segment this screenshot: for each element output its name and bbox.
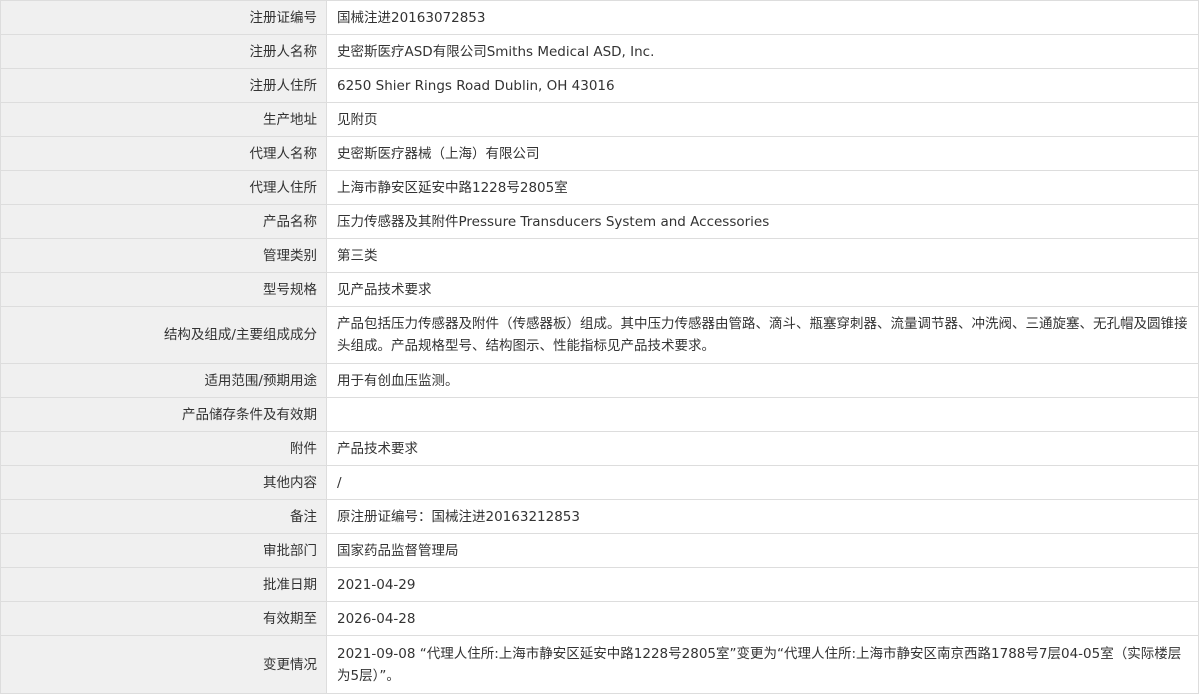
field-label: 有效期至	[0, 601, 327, 636]
field-label: 注册人住所	[0, 68, 327, 103]
field-label: 管理类别	[0, 238, 327, 273]
field-value: 6250 Shier Rings Road Dublin, OH 43016	[326, 68, 1199, 103]
field-value: 原注册证编号：国械注进20163212853	[326, 499, 1199, 534]
field-label: 适用范围/预期用途	[0, 363, 327, 398]
row-approval-date: 批准日期 2021-04-29	[0, 567, 1199, 602]
field-label: 附件	[0, 431, 327, 466]
field-label: 变更情况	[0, 635, 327, 694]
registration-detail-table: 注册证编号 国械注进20163072853 注册人名称 史密斯医疗ASD有限公司…	[0, 0, 1199, 694]
row-product-name: 产品名称 压力传感器及其附件Pressure Transducers Syste…	[0, 204, 1199, 239]
row-approval-department: 审批部门 国家药品监督管理局	[0, 533, 1199, 568]
field-value: 史密斯医疗器械（上海）有限公司	[326, 136, 1199, 171]
row-management-category: 管理类别 第三类	[0, 238, 1199, 273]
row-agent-address: 代理人住所 上海市静安区延安中路1228号2805室	[0, 170, 1199, 205]
row-registration-number: 注册证编号 国械注进20163072853	[0, 0, 1199, 35]
row-production-address: 生产地址 见附页	[0, 102, 1199, 137]
field-label: 生产地址	[0, 102, 327, 137]
row-intended-use: 适用范围/预期用途 用于有创血压监测。	[0, 363, 1199, 398]
field-value: 见附页	[326, 102, 1199, 137]
row-model-specification: 型号规格 见产品技术要求	[0, 272, 1199, 307]
field-value: 史密斯医疗ASD有限公司Smiths Medical ASD, Inc.	[326, 34, 1199, 69]
field-value: /	[326, 465, 1199, 500]
field-label: 型号规格	[0, 272, 327, 307]
row-other-content: 其他内容 /	[0, 465, 1199, 500]
field-label: 批准日期	[0, 567, 327, 602]
field-value: 第三类	[326, 238, 1199, 273]
field-value: 用于有创血压监测。	[326, 363, 1199, 398]
field-value: 产品技术要求	[326, 431, 1199, 466]
field-value: 产品包括压力传感器及附件（传感器板）组成。其中压力传感器由管路、滴斗、瓶塞穿刺器…	[326, 306, 1199, 364]
field-value: 2026-04-28	[326, 601, 1199, 636]
row-attachment: 附件 产品技术要求	[0, 431, 1199, 466]
field-value: 上海市静安区延安中路1228号2805室	[326, 170, 1199, 205]
field-value: 2021-04-29	[326, 567, 1199, 602]
field-label: 备注	[0, 499, 327, 534]
field-value: 见产品技术要求	[326, 272, 1199, 307]
field-value: 国家药品监督管理局	[326, 533, 1199, 568]
field-label: 结构及组成/主要组成成分	[0, 306, 327, 364]
field-label: 审批部门	[0, 533, 327, 568]
field-label: 产品储存条件及有效期	[0, 397, 327, 432]
field-label: 注册人名称	[0, 34, 327, 69]
row-registrant-name: 注册人名称 史密斯医疗ASD有限公司Smiths Medical ASD, In…	[0, 34, 1199, 69]
field-label: 代理人住所	[0, 170, 327, 205]
row-change-history: 变更情况 2021-09-08 “代理人住所:上海市静安区延安中路1228号28…	[0, 635, 1199, 694]
field-value: 2021-09-08 “代理人住所:上海市静安区延安中路1228号2805室”变…	[326, 635, 1199, 694]
field-label: 产品名称	[0, 204, 327, 239]
field-value: 压力传感器及其附件Pressure Transducers System and…	[326, 204, 1199, 239]
row-remarks: 备注 原注册证编号：国械注进20163212853	[0, 499, 1199, 534]
field-label: 代理人名称	[0, 136, 327, 171]
field-value	[326, 397, 1199, 432]
row-registrant-address: 注册人住所 6250 Shier Rings Road Dublin, OH 4…	[0, 68, 1199, 103]
row-valid-until: 有效期至 2026-04-28	[0, 601, 1199, 636]
row-structure-composition: 结构及组成/主要组成成分 产品包括压力传感器及附件（传感器板）组成。其中压力传感…	[0, 306, 1199, 364]
field-label: 注册证编号	[0, 0, 327, 35]
row-storage-shelf-life: 产品储存条件及有效期	[0, 397, 1199, 432]
field-value: 国械注进20163072853	[326, 0, 1199, 35]
field-label: 其他内容	[0, 465, 327, 500]
row-agent-name: 代理人名称 史密斯医疗器械（上海）有限公司	[0, 136, 1199, 171]
